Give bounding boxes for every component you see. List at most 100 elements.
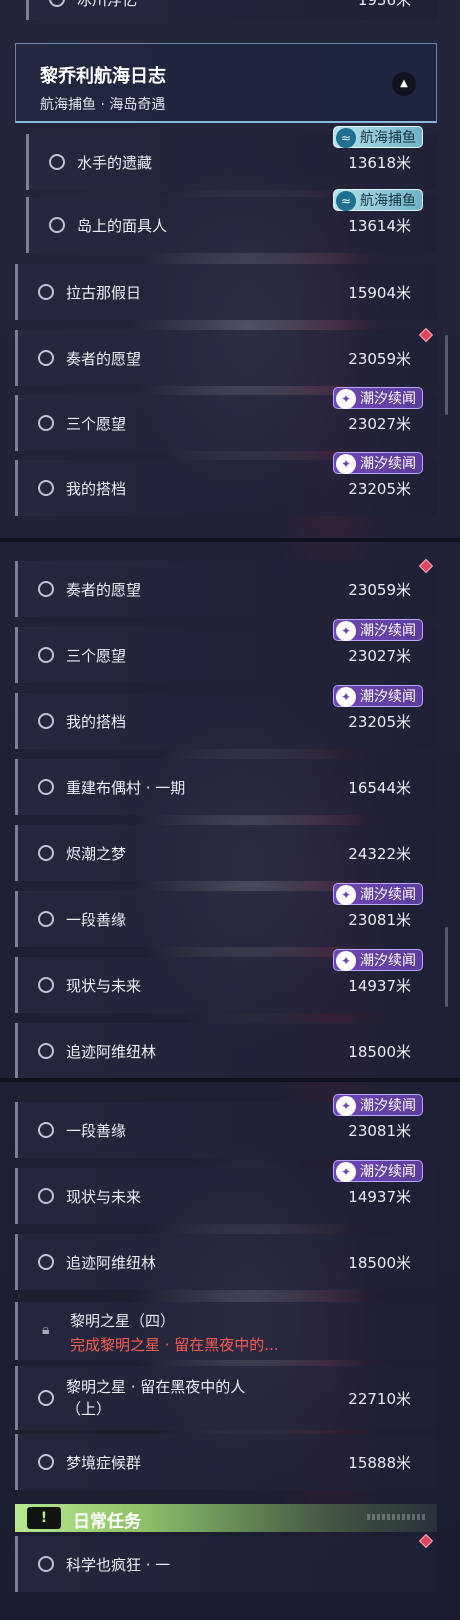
chevron-up-icon[interactable]: ▲: [392, 72, 416, 96]
quest-badge: ≈ 航海捕鱼: [333, 126, 423, 148]
item-title: 我的搭档: [66, 479, 127, 498]
item-title: 追迹阿维纽林: [66, 1042, 157, 1061]
list-item[interactable]: 我的搭档 23205米 ✦ 潮汐续闻: [15, 685, 437, 749]
radio-circle-icon: [38, 1188, 54, 1204]
item-title: 奏者的愿望: [66, 349, 142, 368]
radio-circle-icon: [38, 350, 54, 366]
radio-circle-icon: [38, 1043, 54, 1059]
list-item[interactable]: 黎明之星 · 留在黑夜中的人 （上） 22710米: [15, 1366, 437, 1430]
item-title: 黎明之星 · 留在黑夜中的人 （上）: [66, 1376, 245, 1420]
group-title: 黎乔利航海日志: [40, 66, 166, 87]
list-item[interactable]: 冰川浮忆 1936米: [26, 0, 437, 20]
quest-badge: ≈ 航海捕鱼: [333, 189, 423, 211]
list-item[interactable]: 一段善缘 23081米 ✦ 潮汐续闻: [15, 883, 437, 947]
red-diamond-marker-icon: [418, 327, 434, 343]
quest-badge: ✦ 潮汐续闻: [333, 619, 423, 641]
quest-list-panel-1: 冰川浮忆 1936米 黎乔利航海日志 航海捕鱼 · 海岛奇遇 ▲ 水手的遗藏 1…: [0, 0, 460, 520]
list-item[interactable]: 岛上的面具人 13614米 ≈ 航海捕鱼: [26, 189, 437, 253]
list-item[interactable]: 现状与未来 14937米 ✦ 潮汐续闻: [15, 1160, 437, 1224]
radio-circle-icon: [38, 1254, 54, 1270]
item-title: 冰川浮忆: [77, 0, 137, 10]
quest-badge: ✦ 潮汐续闻: [333, 452, 423, 474]
item-title: 一段善缘: [66, 910, 127, 929]
radio-circle-icon: [38, 1390, 54, 1406]
scrollbar[interactable]: [445, 335, 448, 415]
radio-circle-icon: [38, 480, 54, 496]
list-item[interactable]: 追迹阿维纽林 18500米: [15, 1234, 437, 1290]
quest-badge: ✦ 潮汐续闻: [333, 387, 423, 409]
item-title: 拉古那假日: [66, 283, 142, 302]
tide-wave-icon: ✦: [336, 389, 356, 409]
item-title: 追迹阿维纽林: [66, 1253, 157, 1272]
red-diamond-marker-icon: [418, 1533, 434, 1549]
item-distance: 13614米: [348, 216, 411, 235]
radio-circle-icon: [38, 779, 54, 795]
radio-circle-icon: [38, 415, 54, 431]
daily-quests-title: 日常任务: [73, 1512, 141, 1532]
item-title: 奏者的愿望: [66, 580, 142, 599]
radio-circle-icon: [49, 217, 65, 233]
item-distance: 18500米: [348, 1253, 411, 1272]
item-title: 三个愿望: [66, 414, 127, 433]
item-title: 科学也疯狂 · 一: [66, 1555, 171, 1574]
radio-circle-icon: [38, 977, 54, 993]
list-item[interactable]: 追迹阿维纽林 18500米: [15, 1023, 437, 1078]
item-distance: 13618米: [348, 153, 411, 172]
tide-wave-icon: ✦: [336, 454, 356, 474]
item-title-line-2: （上）: [66, 1400, 112, 1418]
list-item[interactable]: 梦境症候群 15888米: [15, 1434, 437, 1490]
red-diamond-marker-icon: [418, 558, 434, 574]
item-distance: 14937米: [348, 976, 411, 995]
radio-circle-icon: [38, 1556, 54, 1572]
item-distance: 14937米: [348, 1187, 411, 1206]
scrollbar[interactable]: [445, 927, 448, 1007]
radio-circle-icon: [38, 581, 54, 597]
item-distance: 23081米: [348, 910, 411, 929]
item-title: 现状与未来: [66, 1187, 142, 1206]
item-distance: 23027米: [348, 646, 411, 665]
item-distance: 1936米: [358, 0, 411, 10]
item-distance: 18500米: [348, 1042, 411, 1061]
item-distance: 23205米: [348, 479, 411, 498]
radio-circle-icon: [38, 284, 54, 300]
radio-circle-icon: [38, 1122, 54, 1138]
group-subtitle: 航海捕鱼 · 海岛奇遇: [40, 97, 166, 113]
quest-list-panel-2: 奏者的愿望 23059米 三个愿望 23027米 ✦ 潮汐续闻 我的搭档 2320…: [0, 542, 460, 1078]
item-distance: 24322米: [348, 844, 411, 863]
locked-quest-item[interactable]: 🔒︎ 黎明之星（四） 完成黎明之星 · 留在黑夜中的...: [15, 1302, 437, 1360]
item-title: 水手的遗藏: [77, 153, 153, 172]
list-item[interactable]: 烬潮之梦 24322米: [15, 825, 437, 881]
item-title: 我的搭档: [66, 712, 127, 731]
list-item[interactable]: 奏者的愿望 23059米: [15, 558, 437, 617]
item-distance: 15904米: [348, 283, 411, 302]
quest-group-header[interactable]: 黎乔利航海日志 航海捕鱼 · 海岛奇遇 ▲: [15, 43, 437, 123]
radio-circle-icon: [38, 845, 54, 861]
tide-wave-icon: ✦: [336, 1162, 356, 1182]
radio-circle-icon: [38, 647, 54, 663]
exclamation-icon: !: [27, 1507, 61, 1529]
daily-quests-header[interactable]: ! 日常任务: [15, 1504, 437, 1532]
list-item[interactable]: 重建布偶村 · 一期 16544米: [15, 759, 437, 815]
tide-wave-icon: ✦: [336, 885, 356, 905]
item-title: 重建布偶村 · 一期: [66, 778, 186, 797]
list-item[interactable]: 三个愿望 23027米 ✦ 潮汐续闻: [15, 619, 437, 683]
item-distance: 23059米: [348, 349, 411, 368]
tide-wave-icon: ✦: [336, 687, 356, 707]
list-item[interactable]: 水手的遗藏 13618米 ≈ 航海捕鱼: [26, 126, 437, 190]
lock-icon: 🔒︎: [42, 1322, 50, 1338]
item-title: 烬潮之梦: [66, 844, 127, 863]
radio-circle-icon: [38, 1454, 54, 1470]
tide-wave-icon: ✦: [336, 621, 356, 641]
list-item[interactable]: 三个愿望 23027米 ✦ 潮汐续闻: [15, 387, 437, 451]
locked-quest-title: 黎明之星（四）: [70, 1312, 176, 1330]
list-item[interactable]: 现状与未来 14937米 ✦ 潮汐续闻: [15, 949, 437, 1013]
radio-circle-icon: [38, 713, 54, 729]
item-distance: 23205米: [348, 712, 411, 731]
item-distance: 16544米: [348, 778, 411, 797]
list-item[interactable]: 一段善缘 23081米 ✦ 潮汐续闻: [15, 1094, 437, 1158]
quest-badge: ✦ 潮汐续闻: [333, 1160, 423, 1182]
list-item[interactable]: 科学也疯狂 · 一: [15, 1533, 437, 1592]
list-item[interactable]: 拉古那假日 15904米: [15, 264, 437, 320]
list-item[interactable]: 我的搭档 23205米 ✦ 潮汐续闻: [15, 452, 437, 516]
list-item[interactable]: 奏者的愿望 23059米: [15, 327, 437, 386]
